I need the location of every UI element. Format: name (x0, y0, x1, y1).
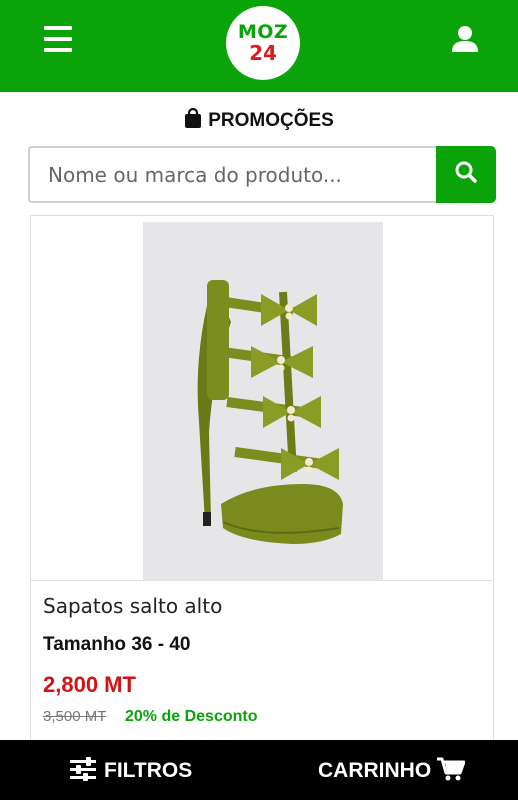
discount-badge: 20% de Desconto (125, 708, 258, 725)
hamburger-menu-icon[interactable] (44, 26, 72, 52)
shopping-cart-icon (437, 757, 466, 786)
shopping-bag-icon (184, 107, 202, 133)
product-name[interactable]: Sapatos salto alto (43, 594, 222, 618)
bottom-bar: FILTROS CARRINHO (0, 740, 518, 800)
top-app-bar: MOZ 24 (0, 0, 518, 92)
filters-label: FILTROS (104, 759, 193, 782)
cart-label: CARRINHO (318, 759, 432, 782)
search-icon (454, 160, 478, 189)
sliders-icon (70, 756, 98, 786)
card-divider (31, 580, 493, 581)
product-image[interactable] (143, 222, 383, 580)
section-heading: PROMOÇÕES (0, 107, 518, 133)
search-input[interactable] (28, 146, 438, 203)
logo-text-moz: MOZ (237, 21, 289, 43)
product-old-price: 3,500 MT (43, 708, 107, 725)
moz24-logo[interactable]: MOZ 24 (226, 6, 300, 80)
section-title: PROMOÇÕES (208, 109, 334, 131)
user-icon[interactable] (450, 24, 480, 54)
search-button[interactable] (436, 146, 496, 203)
logo-text-24: 24 (249, 41, 277, 65)
product-price: 2,800 MT (43, 672, 136, 697)
product-size: Tamanho 36 - 40 (43, 634, 191, 655)
cart-button[interactable]: CARRINHO (318, 757, 466, 786)
product-card[interactable]: Sapatos salto alto Tamanho 36 - 40 2,800… (30, 215, 494, 775)
filters-button[interactable]: FILTROS (70, 756, 193, 786)
search-bar (28, 146, 496, 203)
